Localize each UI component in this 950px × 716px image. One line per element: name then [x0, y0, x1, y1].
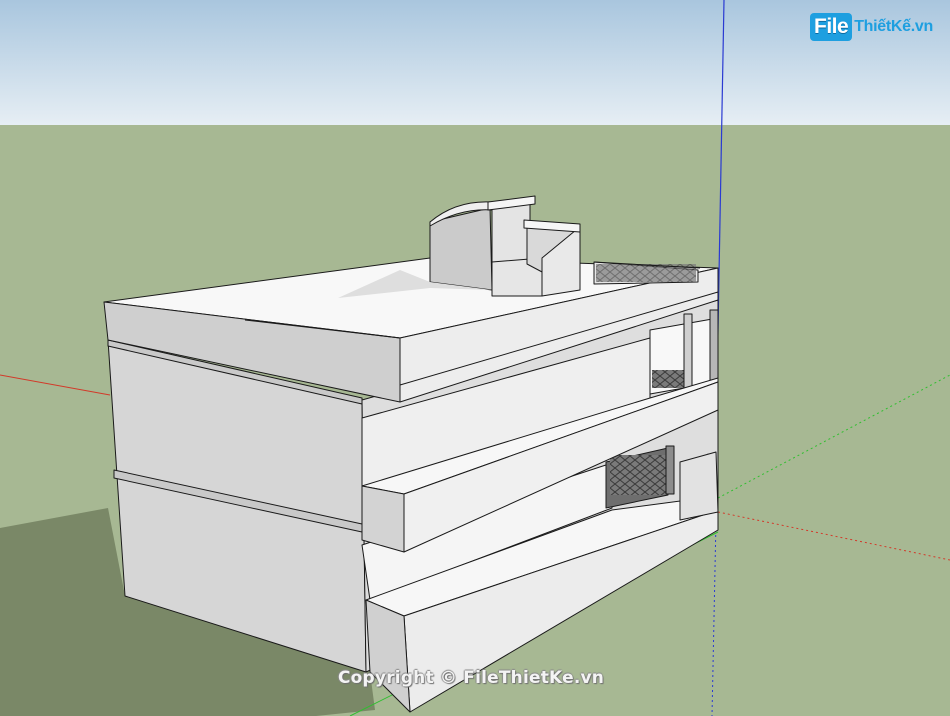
site-logo: File ThiếtKế.vn [810, 10, 933, 44]
sky [0, 0, 950, 125]
logo-badge: File [810, 13, 853, 41]
ground-floor-parapet [679, 451, 719, 521]
middle-floor-balcony-side[interactable] [361, 485, 405, 553]
ground-floor-column [665, 445, 675, 495]
middle-floor-column-2 [709, 309, 719, 381]
middle-floor-column [683, 313, 693, 395]
ground-floor-railing [610, 455, 666, 495]
sketchup-viewport[interactable]: File ThiếtKế.vn Copyright © FileThietKe.… [0, 0, 950, 716]
logo-text: ThiếtKế.vn [854, 18, 933, 35]
middle-floor-railing [652, 370, 688, 388]
model-scene[interactable] [0, 0, 950, 716]
copyright-watermark: Copyright © FileThietKe.vn [338, 668, 605, 688]
